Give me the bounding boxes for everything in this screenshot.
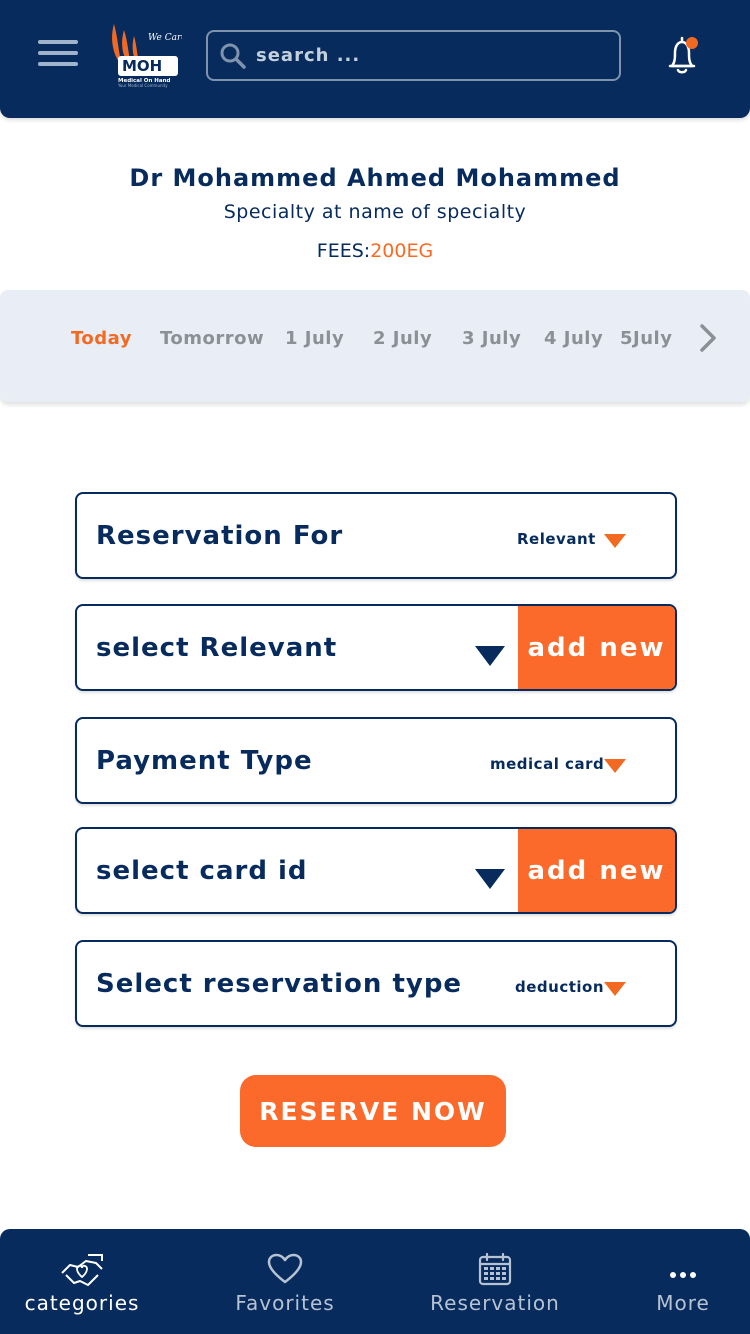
doctor-fees: FEES:200EG (0, 240, 750, 262)
date-3-july[interactable]: 3 July (462, 328, 521, 349)
calendar-icon (478, 1251, 512, 1287)
reservation-screen: We Care MOH Medical On Hand Your Medical… (0, 0, 750, 1334)
reserve-now-button[interactable]: RESERVE NOW (240, 1075, 506, 1147)
relevant-select-row: select Relevant add new (75, 604, 677, 691)
hamburger-menu-icon[interactable] (38, 40, 78, 70)
app-header: We Care MOH Medical On Hand Your Medical… (0, 0, 750, 118)
fees-value: 200EG (370, 240, 434, 262)
date-5-july[interactable]: 5July (620, 328, 672, 349)
nav-favorites-label: Favorites (235, 1291, 335, 1315)
moh-logo[interactable]: We Care MOH Medical On Hand Your Medical… (108, 20, 187, 88)
nav-more[interactable]: More (648, 1229, 718, 1334)
handshake-heart-icon (58, 1251, 106, 1287)
caret-down-icon (604, 759, 626, 773)
reservation-for-label: Reservation For (96, 521, 344, 551)
reservation-type-value: deduction (515, 978, 605, 996)
notification-dot (686, 37, 698, 49)
nav-favorites[interactable]: Favorites (230, 1229, 340, 1334)
date-2-july[interactable]: 2 July (373, 328, 432, 349)
reservation-type-dropdown[interactable]: Select reservation type deduction (75, 940, 677, 1027)
payment-type-value: medical card (490, 755, 605, 773)
nav-more-label: More (656, 1291, 710, 1315)
payment-type-label: Payment Type (96, 746, 313, 776)
reservation-for-dropdown[interactable]: Reservation For Relevant (75, 492, 677, 579)
caret-down-icon[interactable] (475, 646, 505, 666)
caret-down-icon (604, 534, 626, 548)
doctor-name: Dr Mohammed Ahmed Mohammed (129, 164, 621, 192)
relevant-select[interactable]: select Relevant (96, 633, 337, 663)
add-relevant-button[interactable]: add new (518, 606, 675, 689)
date-1-july[interactable]: 1 July (285, 328, 344, 349)
logo-slogan: Your Medical Community (117, 83, 168, 88)
nav-categories-label: categories (24, 1291, 140, 1315)
date-tomorrow[interactable]: Tomorrow (160, 328, 264, 349)
reservation-type-label: Select reservation type (96, 969, 463, 999)
fees-label: FEES: (316, 240, 371, 262)
search-box[interactable] (206, 30, 621, 81)
caret-down-icon[interactable] (475, 869, 505, 889)
reservation-for-value: Relevant (517, 530, 596, 548)
search-input[interactable] (256, 45, 596, 66)
chevron-right-icon[interactable] (696, 320, 720, 356)
card-select-row: select card id add new (75, 827, 677, 914)
bottom-navigation: categories Favorites Reservation More (0, 1229, 750, 1334)
doctor-specialty: Specialty at name of specialty (223, 201, 527, 223)
payment-type-dropdown[interactable]: Payment Type medical card (75, 717, 677, 804)
card-id-select[interactable]: select card id (96, 856, 308, 886)
date-today[interactable]: Today (71, 328, 132, 349)
nav-reservation-label: Reservation (430, 1291, 560, 1315)
date-4-july[interactable]: 4 July (544, 328, 603, 349)
logo-brand: MOH (122, 57, 162, 75)
logo-tagline: We Care (148, 33, 182, 43)
notification-bell-icon[interactable] (664, 34, 704, 76)
add-card-button[interactable]: add new (518, 829, 675, 912)
heart-icon (267, 1251, 303, 1287)
more-dots-icon (668, 1251, 698, 1287)
nav-reservation[interactable]: Reservation (430, 1229, 560, 1334)
caret-down-icon (604, 982, 626, 996)
date-selector: Today Tomorrow 1 July 2 July 3 July 4 Ju… (0, 290, 750, 402)
nav-categories[interactable]: categories (22, 1229, 142, 1334)
search-icon (220, 43, 246, 69)
